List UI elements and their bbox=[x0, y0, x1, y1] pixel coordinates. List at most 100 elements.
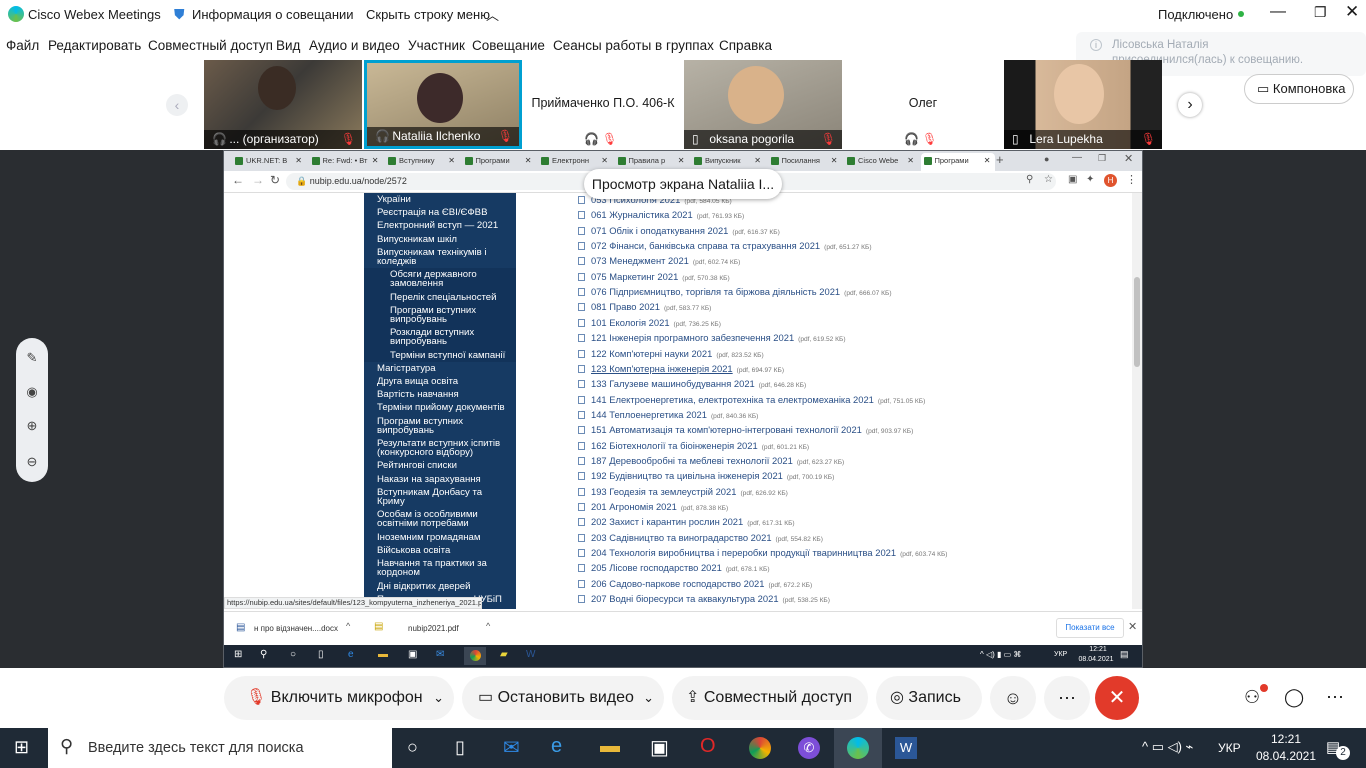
share-content-button[interactable]: ⇪ Совместный доступ bbox=[672, 676, 868, 720]
sidebar-item[interactable]: Навчання та практики за кордоном bbox=[364, 557, 516, 579]
maximize-icon[interactable]: ❐ bbox=[1314, 4, 1327, 21]
sidebar-item[interactable]: Дні відкритих дверей bbox=[364, 580, 516, 593]
sidebar-item[interactable]: Терміни прийому документів bbox=[364, 401, 516, 414]
file-list-item[interactable]: 205 Лісове господарство 2021 (pdf, 678.1 … bbox=[578, 562, 770, 576]
file-link[interactable]: 204 Технологія виробництва і переробки п… bbox=[591, 547, 896, 558]
zoom-icon[interactable]: ⚲ bbox=[1026, 174, 1033, 185]
file-list-item[interactable]: 192 Будівництво та цивільна інженерія 20… bbox=[578, 470, 834, 484]
windows-start-icon[interactable]: ⊞ bbox=[14, 737, 29, 758]
sidebar-subitem[interactable]: Перелік спеціальностей bbox=[364, 290, 516, 304]
more-panels-button[interactable]: ⋯ bbox=[1326, 687, 1344, 708]
sidebar-item[interactable]: Іноземним громадянам bbox=[364, 531, 516, 544]
file-list-item[interactable]: 204 Технологія виробництва і переробки п… bbox=[578, 547, 947, 561]
mail-icon[interactable]: ✉ bbox=[503, 735, 520, 760]
browser-tab[interactable]: Посилання ✕ bbox=[768, 153, 842, 171]
browser-menu-icon[interactable]: ⋮ bbox=[1126, 173, 1137, 186]
bookmark-star-icon[interactable]: ☆ bbox=[1044, 174, 1053, 185]
chat-panel-button[interactable]: ◯ bbox=[1284, 687, 1304, 708]
store-icon[interactable]: ▣ bbox=[650, 735, 669, 760]
sidebar-item[interactable]: Військова освіта bbox=[364, 544, 516, 557]
sidebar-item[interactable]: Програми вступних випробувань bbox=[364, 415, 516, 437]
file-link[interactable]: 081 Право 2021 bbox=[591, 301, 660, 312]
zoom-out-icon[interactable]: ⊖ bbox=[16, 454, 48, 470]
file-link[interactable]: 133 Галузеве машинобудування 2021 bbox=[591, 378, 755, 389]
browser-tab[interactable]: Cisco Webe ✕ bbox=[844, 153, 918, 171]
menu-audio-video[interactable]: Аудио и видео bbox=[309, 38, 400, 53]
file-link[interactable]: 101 Екологія 2021 bbox=[591, 317, 670, 328]
participant-tile-lera[interactable]: ▯ Lera Lupekha 🎙 bbox=[1004, 60, 1162, 149]
file-link[interactable]: 202 Захист і карантин рослин 2021 bbox=[591, 516, 743, 527]
file-list-item[interactable]: 122 Комп'ютерні науки 2021 (pdf, 823.52 К… bbox=[578, 348, 764, 362]
scrollbar-thumb[interactable] bbox=[1134, 277, 1140, 367]
file-list-item[interactable]: 101 Екологія 2021 (pdf, 736.25 КБ) bbox=[578, 317, 721, 331]
sidebar-item[interactable]: Реєстрація на ЄВІ/ЄФВВ bbox=[364, 206, 516, 219]
word-icon[interactable]: W bbox=[895, 737, 917, 759]
file-list-item[interactable]: 206 Садово-паркове господарство 2021 (pdf… bbox=[578, 578, 812, 592]
file-link[interactable]: 207 Водні біоресурси та аквакультура 202… bbox=[591, 593, 779, 604]
file-link[interactable]: 208 Агроінженерія 2021 bbox=[591, 608, 694, 609]
reload-icon[interactable]: ↻ bbox=[270, 173, 280, 187]
tab-search-icon[interactable]: ● bbox=[1044, 154, 1049, 164]
file-link[interactable]: 151 Автоматизація та комп'ютерно-інтегро… bbox=[591, 424, 862, 435]
menu-breakout[interactable]: Сеансы работы в группах bbox=[553, 38, 714, 53]
tray-date[interactable]: 08.04.2021 bbox=[1250, 749, 1322, 763]
file-link[interactable]: 206 Садово-паркове господарство 2021 bbox=[591, 578, 764, 589]
downloads-close-icon[interactable]: ✕ bbox=[1128, 620, 1137, 633]
menu-share[interactable]: Совместный доступ bbox=[148, 38, 273, 53]
participants-panel-button[interactable]: ⚇ bbox=[1244, 684, 1268, 708]
hide-menu-button[interactable]: Скрыть строку меню bbox=[366, 7, 490, 22]
tab-close-icon[interactable]: ✕ bbox=[984, 153, 991, 169]
file-list-item[interactable]: 162 Біотехнології та біоінженерія 2021 (p… bbox=[578, 440, 809, 454]
menu-help[interactable]: Справка bbox=[719, 38, 772, 53]
profile-avatar[interactable]: H bbox=[1104, 174, 1117, 187]
mute-button[interactable]: 🎙 Включить микрофон ⌄ bbox=[224, 676, 454, 720]
file-link[interactable]: 192 Будівництво та цивільна інженерія 20… bbox=[591, 470, 783, 481]
sidebar-item[interactable]: Результати вступних іспитів (конкурсного… bbox=[364, 437, 516, 459]
file-list-item[interactable]: 202 Захист і карантин рослин 2021 (pdf, 6… bbox=[578, 516, 795, 530]
download-item-docx[interactable]: н про відзначен....docx bbox=[254, 624, 338, 633]
file-link[interactable]: 122 Комп'ютерні науки 2021 bbox=[591, 348, 712, 359]
menu-meeting[interactable]: Совещание bbox=[472, 38, 545, 53]
file-link[interactable]: 205 Лісове господарство 2021 bbox=[591, 562, 722, 573]
file-link[interactable]: 073 Менеджмент 2021 bbox=[591, 255, 689, 266]
sidebar-item[interactable]: Друга вища освіта bbox=[364, 375, 516, 388]
sidebar-subitem[interactable]: Терміни вступної кампанії bbox=[364, 348, 516, 362]
file-list-item[interactable]: 208 Агроінженерія 2021 bbox=[578, 608, 698, 609]
tray-language[interactable]: УКР bbox=[1218, 741, 1241, 755]
tab-close-icon[interactable]: ✕ bbox=[372, 153, 379, 169]
sidebar-subitem[interactable]: Обсяги державного замовлення bbox=[364, 268, 516, 291]
strip-prev-button[interactable]: ‹ bbox=[166, 94, 188, 116]
back-icon[interactable]: ← bbox=[232, 173, 244, 187]
download-item-pdf[interactable]: nubip2021.pdf bbox=[408, 624, 459, 633]
chevron-down-icon[interactable]: ⌄ bbox=[643, 676, 654, 720]
more-options-button[interactable]: ⋯ bbox=[1044, 676, 1090, 720]
shared-screen[interactable]: UKR.NET: В ✕ Re: Fwd: • Вт ✕ Вступнику ✕ Прогр… bbox=[223, 150, 1143, 668]
sidebar-subitem[interactable]: Програми вступних випробувань bbox=[364, 303, 516, 327]
file-list-item[interactable]: 203 Садівництво та виноградарство 2021 (p… bbox=[578, 532, 823, 546]
tab-close-icon[interactable]: ✕ bbox=[907, 153, 914, 169]
tray-icons[interactable]: ^ ▭ ◁) ⌁ bbox=[1142, 739, 1193, 755]
file-link[interactable]: 121 Інженерія програмного забезпечення 2… bbox=[591, 332, 794, 343]
chevron-down-icon[interactable]: ⌄ bbox=[433, 676, 444, 720]
file-list-item[interactable]: 151 Автоматизація та комп'ютерно-інтегро… bbox=[578, 424, 913, 438]
file-list-item[interactable]: 121 Інженерія програмного забезпечення 2… bbox=[578, 332, 846, 346]
tab-close-icon[interactable]: ✕ bbox=[678, 153, 685, 169]
page-scrollbar[interactable] bbox=[1132, 193, 1142, 609]
cortana-icon[interactable]: ○ bbox=[407, 737, 418, 758]
file-list-item[interactable]: 071 Облік і оподаткування 2021 (pdf, 616.… bbox=[578, 225, 780, 239]
tab-close-icon[interactable]: ✕ bbox=[754, 153, 761, 169]
file-list-item[interactable]: 073 Менеджмент 2021 (pdf, 602.74 КБ) bbox=[578, 255, 740, 269]
browser-tab[interactable]: Програми ✕ bbox=[920, 153, 995, 171]
participant-tile-oleg[interactable]: Олег 🎧 🎙 bbox=[844, 60, 1002, 149]
file-link[interactable]: 061 Журналістика 2021 bbox=[591, 209, 693, 220]
sidebar-item[interactable]: Накази на зарахування bbox=[364, 473, 516, 486]
file-list-item[interactable]: 201 Агрономія 2021 (pdf, 878.38 КБ) bbox=[578, 501, 728, 515]
file-list-item[interactable]: 207 Водні біоресурси та аквакультура 202… bbox=[578, 593, 830, 607]
forward-icon[interactable]: → bbox=[252, 173, 264, 187]
sidebar-item[interactable]: Магістратура bbox=[364, 362, 516, 375]
file-link[interactable]: 203 Садівництво та виноградарство 2021 bbox=[591, 532, 772, 543]
annotate-pen-icon[interactable]: ✎ bbox=[16, 350, 48, 366]
menu-file[interactable]: Файл bbox=[6, 38, 39, 53]
tray-clock[interactable]: 12:21 bbox=[1256, 732, 1316, 746]
file-link[interactable]: 071 Облік і оподаткування 2021 bbox=[591, 225, 728, 236]
